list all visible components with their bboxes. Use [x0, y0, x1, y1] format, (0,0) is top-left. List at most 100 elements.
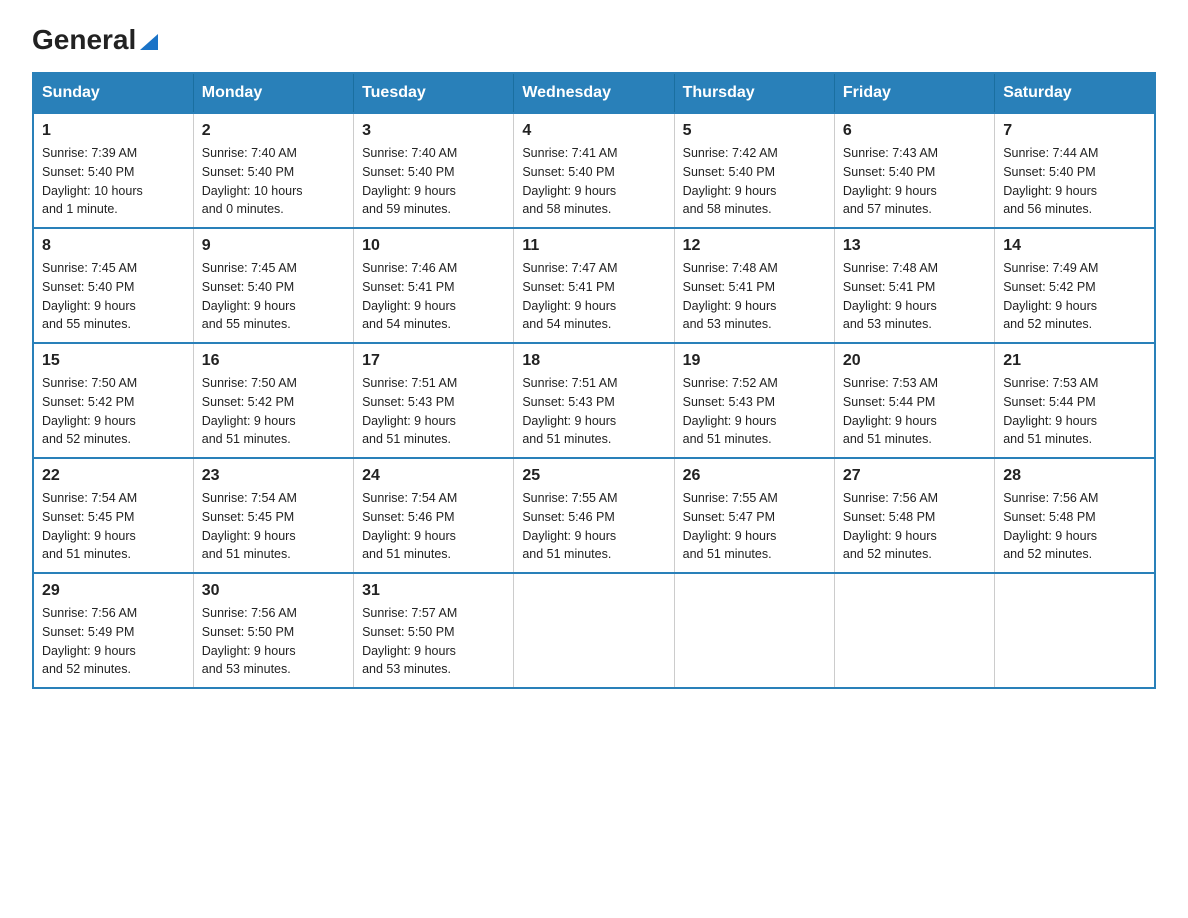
day-number: 16	[202, 352, 345, 370]
day-number: 12	[683, 237, 826, 255]
day-number: 17	[362, 352, 505, 370]
day-info: Sunrise: 7:44 AMSunset: 5:40 PMDaylight:…	[1003, 146, 1098, 216]
day-number: 30	[202, 582, 345, 600]
day-info: Sunrise: 7:40 AMSunset: 5:40 PMDaylight:…	[202, 146, 303, 216]
calendar-header-thursday: Thursday	[674, 73, 834, 113]
day-number: 11	[522, 237, 665, 255]
calendar-cell: 25 Sunrise: 7:55 AMSunset: 5:46 PMDaylig…	[514, 458, 674, 573]
calendar-header-monday: Monday	[193, 73, 353, 113]
day-number: 27	[843, 467, 986, 485]
day-number: 20	[843, 352, 986, 370]
calendar-header-sunday: Sunday	[33, 73, 193, 113]
day-number: 9	[202, 237, 345, 255]
day-number: 2	[202, 122, 345, 140]
day-info: Sunrise: 7:54 AMSunset: 5:45 PMDaylight:…	[202, 491, 297, 561]
calendar-cell: 29 Sunrise: 7:56 AMSunset: 5:49 PMDaylig…	[33, 573, 193, 688]
day-number: 31	[362, 582, 505, 600]
day-info: Sunrise: 7:49 AMSunset: 5:42 PMDaylight:…	[1003, 261, 1098, 331]
calendar-header-tuesday: Tuesday	[354, 73, 514, 113]
logo: General	[32, 24, 160, 54]
day-info: Sunrise: 7:55 AMSunset: 5:46 PMDaylight:…	[522, 491, 617, 561]
day-info: Sunrise: 7:41 AMSunset: 5:40 PMDaylight:…	[522, 146, 617, 216]
calendar-cell: 11 Sunrise: 7:47 AMSunset: 5:41 PMDaylig…	[514, 228, 674, 343]
calendar-header-wednesday: Wednesday	[514, 73, 674, 113]
calendar-cell: 30 Sunrise: 7:56 AMSunset: 5:50 PMDaylig…	[193, 573, 353, 688]
day-number: 6	[843, 122, 986, 140]
calendar-cell: 4 Sunrise: 7:41 AMSunset: 5:40 PMDayligh…	[514, 113, 674, 228]
day-info: Sunrise: 7:55 AMSunset: 5:47 PMDaylight:…	[683, 491, 778, 561]
calendar-cell: 31 Sunrise: 7:57 AMSunset: 5:50 PMDaylig…	[354, 573, 514, 688]
calendar-cell: 2 Sunrise: 7:40 AMSunset: 5:40 PMDayligh…	[193, 113, 353, 228]
day-info: Sunrise: 7:46 AMSunset: 5:41 PMDaylight:…	[362, 261, 457, 331]
day-number: 24	[362, 467, 505, 485]
calendar-cell: 22 Sunrise: 7:54 AMSunset: 5:45 PMDaylig…	[33, 458, 193, 573]
calendar-cell: 16 Sunrise: 7:50 AMSunset: 5:42 PMDaylig…	[193, 343, 353, 458]
day-info: Sunrise: 7:39 AMSunset: 5:40 PMDaylight:…	[42, 146, 143, 216]
day-number: 15	[42, 352, 185, 370]
calendar-cell: 12 Sunrise: 7:48 AMSunset: 5:41 PMDaylig…	[674, 228, 834, 343]
day-number: 10	[362, 237, 505, 255]
calendar-table: SundayMondayTuesdayWednesdayThursdayFrid…	[32, 72, 1156, 689]
day-info: Sunrise: 7:45 AMSunset: 5:40 PMDaylight:…	[42, 261, 137, 331]
day-info: Sunrise: 7:57 AMSunset: 5:50 PMDaylight:…	[362, 606, 457, 676]
day-info: Sunrise: 7:48 AMSunset: 5:41 PMDaylight:…	[683, 261, 778, 331]
calendar-cell	[834, 573, 994, 688]
day-info: Sunrise: 7:43 AMSunset: 5:40 PMDaylight:…	[843, 146, 938, 216]
calendar-week-row: 1 Sunrise: 7:39 AMSunset: 5:40 PMDayligh…	[33, 113, 1155, 228]
day-number: 29	[42, 582, 185, 600]
calendar-cell: 7 Sunrise: 7:44 AMSunset: 5:40 PMDayligh…	[995, 113, 1155, 228]
calendar-cell: 15 Sunrise: 7:50 AMSunset: 5:42 PMDaylig…	[33, 343, 193, 458]
day-info: Sunrise: 7:45 AMSunset: 5:40 PMDaylight:…	[202, 261, 297, 331]
day-info: Sunrise: 7:53 AMSunset: 5:44 PMDaylight:…	[843, 376, 938, 446]
day-number: 18	[522, 352, 665, 370]
calendar-cell: 18 Sunrise: 7:51 AMSunset: 5:43 PMDaylig…	[514, 343, 674, 458]
calendar-week-row: 15 Sunrise: 7:50 AMSunset: 5:42 PMDaylig…	[33, 343, 1155, 458]
calendar-cell	[674, 573, 834, 688]
calendar-cell: 6 Sunrise: 7:43 AMSunset: 5:40 PMDayligh…	[834, 113, 994, 228]
day-info: Sunrise: 7:52 AMSunset: 5:43 PMDaylight:…	[683, 376, 778, 446]
calendar-cell: 9 Sunrise: 7:45 AMSunset: 5:40 PMDayligh…	[193, 228, 353, 343]
day-info: Sunrise: 7:51 AMSunset: 5:43 PMDaylight:…	[362, 376, 457, 446]
calendar-cell: 17 Sunrise: 7:51 AMSunset: 5:43 PMDaylig…	[354, 343, 514, 458]
day-number: 4	[522, 122, 665, 140]
day-number: 28	[1003, 467, 1146, 485]
logo-main: General	[32, 24, 136, 56]
calendar-cell	[514, 573, 674, 688]
calendar-header-row: SundayMondayTuesdayWednesdayThursdayFrid…	[33, 73, 1155, 113]
day-number: 5	[683, 122, 826, 140]
calendar-cell: 10 Sunrise: 7:46 AMSunset: 5:41 PMDaylig…	[354, 228, 514, 343]
day-info: Sunrise: 7:53 AMSunset: 5:44 PMDaylight:…	[1003, 376, 1098, 446]
day-number: 1	[42, 122, 185, 140]
day-number: 23	[202, 467, 345, 485]
day-number: 7	[1003, 122, 1146, 140]
calendar-header-saturday: Saturday	[995, 73, 1155, 113]
day-info: Sunrise: 7:56 AMSunset: 5:50 PMDaylight:…	[202, 606, 297, 676]
calendar-cell: 1 Sunrise: 7:39 AMSunset: 5:40 PMDayligh…	[33, 113, 193, 228]
calendar-cell: 14 Sunrise: 7:49 AMSunset: 5:42 PMDaylig…	[995, 228, 1155, 343]
day-info: Sunrise: 7:51 AMSunset: 5:43 PMDaylight:…	[522, 376, 617, 446]
calendar-cell: 5 Sunrise: 7:42 AMSunset: 5:40 PMDayligh…	[674, 113, 834, 228]
day-info: Sunrise: 7:42 AMSunset: 5:40 PMDaylight:…	[683, 146, 778, 216]
calendar-cell: 13 Sunrise: 7:48 AMSunset: 5:41 PMDaylig…	[834, 228, 994, 343]
calendar-cell: 26 Sunrise: 7:55 AMSunset: 5:47 PMDaylig…	[674, 458, 834, 573]
day-info: Sunrise: 7:40 AMSunset: 5:40 PMDaylight:…	[362, 146, 457, 216]
calendar-header-friday: Friday	[834, 73, 994, 113]
day-number: 3	[362, 122, 505, 140]
calendar-cell: 27 Sunrise: 7:56 AMSunset: 5:48 PMDaylig…	[834, 458, 994, 573]
calendar-cell: 28 Sunrise: 7:56 AMSunset: 5:48 PMDaylig…	[995, 458, 1155, 573]
calendar-cell	[995, 573, 1155, 688]
day-info: Sunrise: 7:50 AMSunset: 5:42 PMDaylight:…	[42, 376, 137, 446]
day-info: Sunrise: 7:48 AMSunset: 5:41 PMDaylight:…	[843, 261, 938, 331]
day-info: Sunrise: 7:56 AMSunset: 5:48 PMDaylight:…	[1003, 491, 1098, 561]
calendar-cell: 23 Sunrise: 7:54 AMSunset: 5:45 PMDaylig…	[193, 458, 353, 573]
day-info: Sunrise: 7:54 AMSunset: 5:46 PMDaylight:…	[362, 491, 457, 561]
day-number: 25	[522, 467, 665, 485]
day-number: 21	[1003, 352, 1146, 370]
calendar-cell: 19 Sunrise: 7:52 AMSunset: 5:43 PMDaylig…	[674, 343, 834, 458]
day-info: Sunrise: 7:54 AMSunset: 5:45 PMDaylight:…	[42, 491, 137, 561]
day-number: 8	[42, 237, 185, 255]
calendar-cell: 3 Sunrise: 7:40 AMSunset: 5:40 PMDayligh…	[354, 113, 514, 228]
day-info: Sunrise: 7:50 AMSunset: 5:42 PMDaylight:…	[202, 376, 297, 446]
day-number: 22	[42, 467, 185, 485]
day-number: 26	[683, 467, 826, 485]
